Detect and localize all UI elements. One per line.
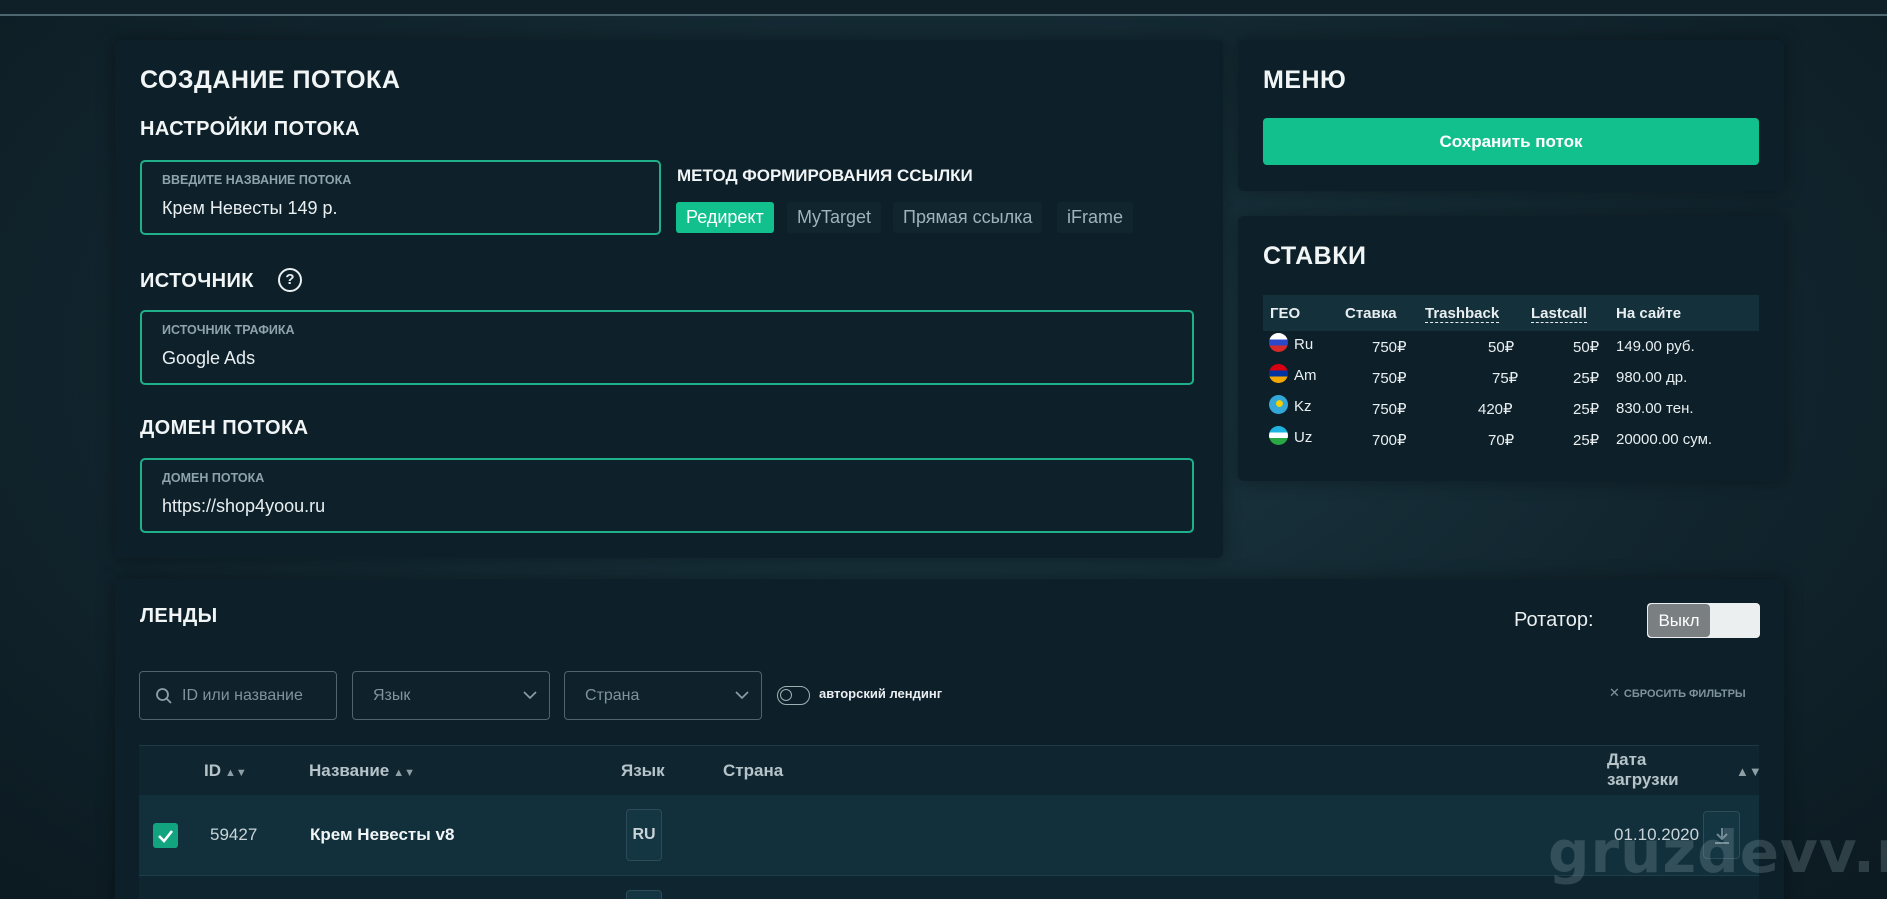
traffic-source-label: ИСТОЧНИК ТРАФИКА bbox=[162, 323, 295, 337]
rates-header-lastcall[interactable]: Lastcall bbox=[1531, 305, 1587, 323]
landings-title: ЛЕНДЫ bbox=[140, 605, 218, 627]
rates-header-geo: ГЕО bbox=[1270, 305, 1301, 322]
table-row-partial[interactable] bbox=[139, 876, 1759, 899]
language-placeholder: Язык bbox=[373, 687, 411, 704]
method-direct-link-button[interactable]: Прямая ссылка bbox=[893, 202, 1043, 233]
check-icon bbox=[158, 830, 174, 843]
stream-name-label: ВВЕДИТЕ НАЗВАНИЕ ПОТОКА bbox=[162, 173, 352, 187]
sort-desc-icon[interactable]: ▲▼ bbox=[1736, 764, 1762, 779]
row-language: RU bbox=[632, 826, 656, 843]
chevron-down-icon bbox=[523, 691, 537, 700]
flag-ru-icon bbox=[1269, 333, 1288, 352]
traffic-source-field[interactable]: ИСТОЧНИК ТРАФИКА Google Ads bbox=[140, 310, 1194, 385]
watermark: gruzdevv.ru bbox=[1548, 818, 1887, 886]
column-country: Страна bbox=[723, 761, 784, 780]
sort-icon: ▲▼ bbox=[225, 767, 247, 779]
country-select[interactable]: Страна bbox=[564, 671, 762, 720]
search-input[interactable]: ID или название bbox=[139, 671, 337, 720]
rotator-toggle[interactable]: Выкл bbox=[1647, 603, 1760, 638]
search-placeholder: ID или название bbox=[182, 687, 303, 704]
rates-header-trashback[interactable]: Trashback bbox=[1425, 305, 1500, 323]
row-checkbox[interactable] bbox=[153, 823, 178, 848]
stream-domain-label: ДОМЕН ПОТОКА bbox=[162, 471, 265, 485]
rate-trashback: 70₽ bbox=[1488, 432, 1515, 449]
link-method-title: МЕТОД ФОРМИРОВАНИЯ ССЫЛКИ bbox=[677, 166, 973, 185]
rate-value: 750₽ bbox=[1372, 401, 1407, 418]
flag-uz-icon bbox=[1269, 426, 1288, 445]
method-mytarget-button[interactable]: MyTarget bbox=[787, 202, 882, 233]
source-title: ИСТОЧНИК bbox=[140, 270, 254, 292]
rate-value: 750₽ bbox=[1372, 370, 1407, 387]
author-landing-toggle[interactable] bbox=[777, 686, 810, 705]
landings-table-header: ID ▲▼ Название ▲▼ Язык Страна Дата загрузк… bbox=[139, 745, 1762, 795]
row-id: 59427 bbox=[210, 825, 258, 844]
author-landing-toggle-knob bbox=[780, 689, 792, 701]
menu-card: МЕНЮ bbox=[1238, 40, 1784, 191]
rate-site-price: 20000.00 сум. bbox=[1616, 431, 1713, 448]
table-row[interactable]: 59427 Крем Невесты v8 RU 01.10.2020 bbox=[139, 795, 1759, 876]
column-name[interactable]: Название ▲▼ bbox=[309, 761, 415, 781]
close-icon: ✕ bbox=[1609, 685, 1620, 700]
rates-table-header: ГЕО Ставка Trashback Lastcall На сайте bbox=[1263, 295, 1759, 331]
rate-geo: Kz bbox=[1294, 398, 1312, 415]
row-language-badge bbox=[626, 890, 662, 899]
rates-header-rate: Ставка bbox=[1345, 305, 1397, 322]
column-id[interactable]: ID ▲▼ bbox=[204, 761, 247, 781]
rate-site-price: 830.00 тен. bbox=[1616, 400, 1694, 417]
rate-trashback: 75₽ bbox=[1492, 370, 1519, 387]
rate-value: 750₽ bbox=[1372, 339, 1407, 356]
reset-filters-button[interactable]: ✕ СБРОСИТЬ ФИЛЬТРЫ bbox=[1609, 685, 1746, 701]
stream-name-value[interactable]: Крем Невесты 149 р. bbox=[162, 198, 338, 219]
rate-geo: Uz bbox=[1294, 429, 1313, 446]
chevron-down-icon bbox=[735, 691, 749, 700]
flag-am-icon bbox=[1269, 364, 1288, 383]
save-stream-button[interactable]: Сохранить поток bbox=[1263, 118, 1759, 165]
country-placeholder: Страна bbox=[585, 687, 640, 704]
rate-lastcall: 25₽ bbox=[1573, 370, 1600, 387]
page-title: СОЗДАНИЕ ПОТОКА bbox=[140, 66, 401, 94]
rate-trashback: 420₽ bbox=[1478, 401, 1513, 418]
search-icon bbox=[156, 688, 172, 704]
row-name[interactable]: Крем Невесты v8 bbox=[310, 825, 454, 845]
rate-geo: Ru bbox=[1294, 336, 1314, 353]
rate-site-price: 149.00 руб. bbox=[1616, 338, 1695, 355]
stream-domain-value[interactable]: https://shop4yoou.ru bbox=[162, 496, 325, 517]
traffic-source-value[interactable]: Google Ads bbox=[162, 348, 255, 369]
method-iframe-button[interactable]: iFrame bbox=[1057, 202, 1134, 233]
rate-geo: Am bbox=[1294, 367, 1317, 384]
rate-value: 700₽ bbox=[1372, 432, 1407, 449]
column-upload-date[interactable]: Дата загрузки bbox=[1607, 750, 1697, 790]
rotator-label: Ротатор: bbox=[1514, 609, 1594, 631]
rate-trashback: 50₽ bbox=[1488, 339, 1515, 356]
rate-site-price: 980.00 др. bbox=[1616, 369, 1688, 386]
rate-lastcall: 25₽ bbox=[1573, 432, 1600, 449]
create-stream-card: СОЗДАНИЕ ПОТОКА НАСТРОЙКИ ПОТОКА ВВЕДИТЕ… bbox=[115, 40, 1223, 558]
sort-icon: ▲▼ bbox=[393, 767, 416, 779]
top-bar bbox=[0, 0, 1887, 16]
stream-domain-field[interactable]: ДОМЕН ПОТОКА https://shop4yoou.ru bbox=[140, 458, 1194, 533]
author-landing-label: авторский лендинг bbox=[819, 686, 943, 701]
help-icon[interactable]: ? bbox=[278, 268, 302, 292]
flag-kz-icon bbox=[1269, 395, 1288, 414]
row-language-badge: RU bbox=[626, 809, 662, 861]
rotator-toggle-knob: Выкл bbox=[1648, 604, 1710, 637]
reset-filters-label: СБРОСИТЬ ФИЛЬТРЫ bbox=[1623, 688, 1746, 700]
domain-title: ДОМЕН ПОТОКА bbox=[140, 417, 309, 439]
rates-header-site: На сайте bbox=[1616, 305, 1682, 322]
method-redirect-button[interactable]: Редирект bbox=[676, 202, 774, 233]
settings-title: НАСТРОЙКИ ПОТОКА bbox=[140, 118, 360, 140]
menu-title: МЕНЮ bbox=[1263, 66, 1347, 94]
rates-title: СТАВКИ bbox=[1263, 242, 1367, 270]
rate-lastcall: 25₽ bbox=[1573, 401, 1600, 418]
stream-name-field[interactable]: ВВЕДИТЕ НАЗВАНИЕ ПОТОКА Крем Невесты 149… bbox=[140, 160, 661, 235]
column-language: Язык bbox=[621, 761, 665, 780]
rate-lastcall: 50₽ bbox=[1573, 339, 1600, 356]
language-select[interactable]: Язык bbox=[352, 671, 550, 720]
